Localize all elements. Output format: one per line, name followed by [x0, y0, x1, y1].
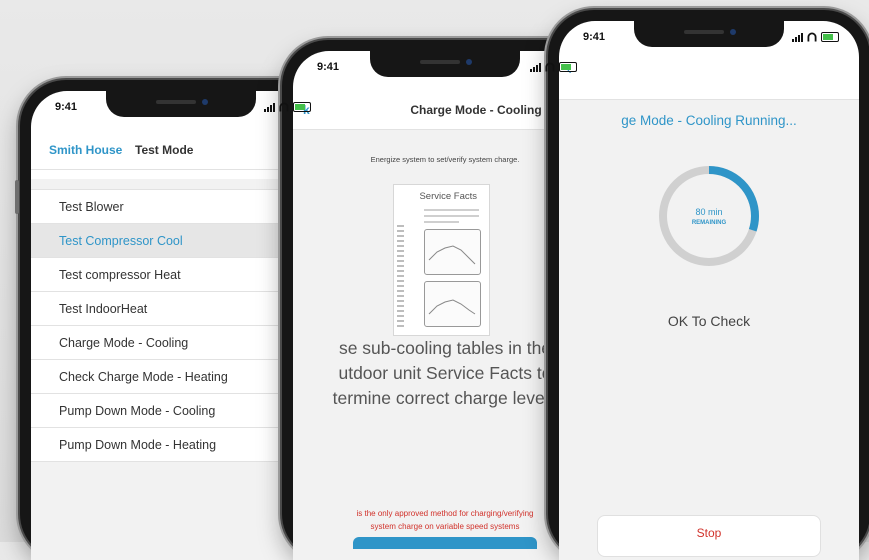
battery-icon	[559, 62, 577, 72]
service-facts-title: Service Facts	[419, 191, 477, 202]
list-item-label: Test IndoorHeat	[59, 302, 148, 316]
status-time: 9:41	[583, 31, 606, 43]
status-bar: 9:41	[293, 61, 597, 77]
list-item-label: Test Compressor Cool	[59, 234, 183, 248]
wifi-icon	[545, 62, 555, 72]
signal-icon	[530, 62, 541, 72]
list-item-label: Check Charge Mode - Heating	[59, 370, 228, 384]
service-facts-illustration: Service Facts	[393, 184, 490, 336]
timer-readout: 80 min REMAINING	[559, 207, 859, 229]
nav-bar: ‹	[559, 59, 859, 100]
stop-button-label: Stop	[696, 526, 722, 540]
timer-subtitle: REMAINING	[691, 220, 727, 226]
chart-thumbnail	[424, 229, 481, 275]
chart-thumbnail	[424, 281, 481, 327]
screen: 9:41 ‹ ge Mode - Cooling Running... 80 m…	[559, 21, 859, 560]
stop-button[interactable]: Stop	[597, 515, 821, 557]
primary-button[interactable]	[353, 537, 537, 549]
battery-icon	[293, 102, 311, 112]
battery-icon	[821, 32, 839, 42]
volume-button	[15, 180, 19, 214]
page-title: Test Mode	[135, 143, 194, 157]
status-time: 9:41	[317, 61, 340, 73]
signal-icon	[792, 32, 803, 42]
back-button[interactable]: Smith House	[49, 143, 122, 157]
list-item-label: Test Blower	[59, 200, 124, 214]
running-title: ge Mode - Cooling Running...	[621, 113, 797, 128]
list-item-label: Test compressor Heat	[59, 268, 181, 282]
list-item-label: Pump Down Mode - Cooling	[59, 404, 216, 418]
signal-icon	[264, 102, 275, 112]
list-item-label: Charge Mode - Cooling	[59, 336, 189, 350]
ok-to-check-text: OK To Check	[667, 313, 751, 329]
phone-running: 9:41 ‹ ge Mode - Cooling Running... 80 m…	[548, 10, 869, 560]
status-bar: 9:41	[559, 31, 859, 47]
list-item-label: Pump Down Mode - Heating	[59, 438, 217, 452]
status-time: 9:41	[55, 101, 78, 113]
status-bar: 9:41	[31, 101, 331, 117]
wifi-icon	[279, 102, 289, 112]
timer-value: 80 min	[695, 207, 723, 217]
wifi-icon	[807, 32, 817, 42]
